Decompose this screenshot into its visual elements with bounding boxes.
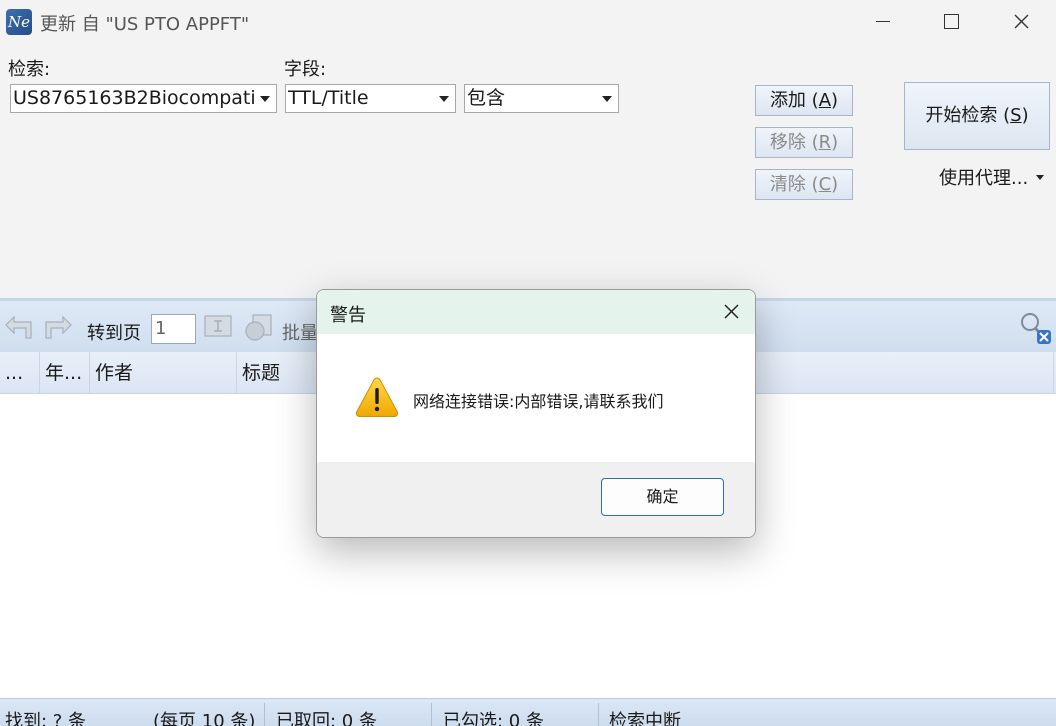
operator-select[interactable]: 包含: [464, 84, 619, 113]
app-icon: Ne: [6, 9, 32, 35]
warning-icon: [355, 377, 399, 417]
title-bar: Ne 更新 自 "US PTO APPFT": [0, 0, 1056, 44]
column-header-author[interactable]: 作者: [90, 352, 237, 394]
checked-count: 已勾选: 0 条: [443, 711, 544, 726]
chevron-down-icon: [439, 96, 449, 102]
retrieved-count: 已取回: 0 条: [276, 711, 377, 726]
search-state: 检索中断: [609, 711, 681, 726]
dialog-message: 网络连接错误:内部错误,请联系我们: [413, 392, 664, 411]
dialog-body: 网络连接错误:内部错误,请联系我们: [317, 334, 755, 462]
maximize-button[interactable]: [916, 0, 986, 44]
next-page-icon[interactable]: [43, 311, 75, 343]
previous-page-icon[interactable]: [2, 311, 34, 343]
minimize-button[interactable]: [848, 0, 918, 44]
window-title: 更新 自 "US PTO APPFT": [40, 14, 250, 35]
field-value: TTL/Title: [288, 87, 369, 109]
ok-button[interactable]: 确定: [601, 478, 724, 516]
chevron-down-icon: [602, 96, 612, 102]
dialog-title-bar: 警告: [317, 290, 755, 334]
dropdown-arrow-icon[interactable]: [1036, 175, 1044, 180]
column-header-year[interactable]: 年...: [40, 352, 90, 394]
clear-button[interactable]: 清除 (C): [755, 169, 853, 200]
goto-page-label: 转到页: [87, 323, 141, 344]
search-panel: 检索: US8765163B2Biocompatibl 字段: TTL/Titl…: [0, 44, 1056, 298]
batch-icon[interactable]: [243, 311, 275, 343]
clear-search-icon[interactable]: [1018, 311, 1052, 345]
field-label: 字段:: [284, 59, 327, 80]
warning-dialog: 警告 网络连接错误:内部错误,请联系我们 确定: [316, 289, 756, 538]
status-separator: [431, 703, 432, 726]
dialog-footer: 确定: [317, 462, 755, 537]
goto-page-icon[interactable]: [202, 311, 234, 343]
search-label: 检索:: [8, 59, 51, 80]
batch-label: 批量: [282, 323, 318, 344]
column-header[interactable]: ...: [0, 352, 40, 394]
use-proxy-menu[interactable]: 使用代理...: [939, 164, 1028, 190]
field-select[interactable]: TTL/Title: [285, 84, 456, 113]
found-count: 找到: ? 条: [5, 711, 87, 726]
dialog-title: 警告: [330, 305, 366, 326]
status-bar: 找到: ? 条 (每页 10 条) 已取回: 0 条 已勾选: 0 条 检索中断: [0, 698, 1056, 726]
chevron-down-icon: [260, 96, 270, 102]
search-combobox[interactable]: US8765163B2Biocompatibl: [10, 84, 277, 113]
add-button[interactable]: 添加 (A): [755, 85, 853, 116]
per-page-count: (每页 10 条): [153, 711, 256, 726]
remove-button[interactable]: 移除 (R): [755, 127, 853, 158]
operator-value: 包含: [467, 87, 506, 109]
close-button[interactable]: [986, 0, 1056, 44]
dialog-close-icon[interactable]: [711, 294, 751, 330]
start-search-button[interactable]: 开始检索 (S): [904, 82, 1050, 150]
page-number-input[interactable]: 1: [151, 314, 196, 344]
status-separator: [598, 703, 599, 726]
status-separator: [264, 703, 265, 726]
close-icon: [1014, 14, 1029, 29]
search-value: US8765163B2Biocompatibl: [13, 87, 254, 109]
